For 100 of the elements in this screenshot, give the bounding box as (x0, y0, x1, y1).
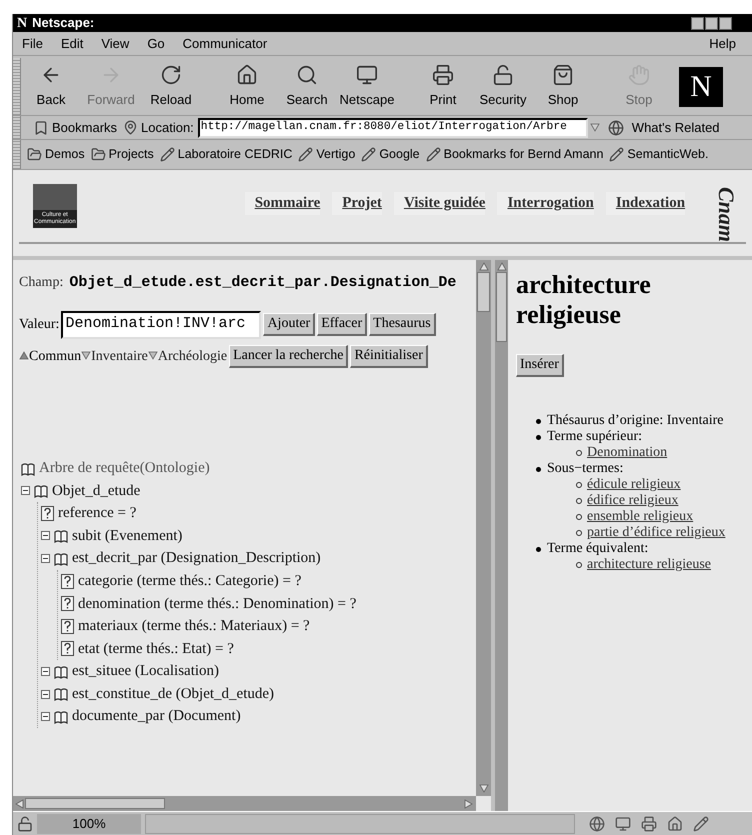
toolbar-grip[interactable] (13, 140, 21, 169)
toolbar-grip[interactable] (13, 116, 21, 139)
window-title: Netscape: (32, 14, 94, 32)
term-link[interactable]: édifice religieux (587, 493, 678, 509)
menu-item[interactable]: File (13, 34, 52, 54)
thesaurus-tab[interactable]: Commun (19, 346, 82, 366)
term-link[interactable]: architecture religieuse (587, 557, 711, 573)
personal-toolbar-item[interactable]: Projects (90, 145, 154, 164)
vertical-scrollbar[interactable] (476, 260, 491, 796)
term-heading: architecture religieuse (516, 270, 652, 330)
form-button[interactable]: Ajouter (263, 313, 316, 336)
book-icon (54, 664, 68, 679)
tree-node-label[interactable]: denomination (terme thés.: Denomination) = ? (78, 592, 356, 616)
tree-node-label[interactable]: subit (Evenement) (72, 524, 182, 548)
menu-item[interactable]: Communicator (174, 34, 276, 54)
close-button[interactable] (719, 16, 732, 30)
nav-link[interactable]: Visite guidée (394, 192, 486, 214)
form-button[interactable]: Réinitialiser (350, 344, 428, 368)
tree-node-label[interactable]: est_decrit_par (Designation_Description) (72, 547, 321, 570)
collapse-toggle[interactable] (41, 690, 50, 699)
tree-root-label: Arbre de requête(Ontologie) (39, 459, 210, 478)
whats-related-button[interactable]: What's Related (632, 118, 720, 138)
scroll-thumb[interactable] (477, 272, 490, 312)
personal-toolbar-item[interactable]: Google (361, 145, 420, 164)
circle-bullet-icon (576, 514, 582, 520)
bookmarks-button[interactable]: Bookmarks (52, 118, 118, 138)
form-button[interactable]: Lancer la recherche (229, 344, 348, 368)
collapse-toggle[interactable] (41, 667, 50, 676)
thesaurus-tab[interactable]: Archéologie (148, 346, 228, 366)
toolbar-button[interactable]: Shop (533, 64, 593, 110)
circle-bullet-icon (576, 498, 582, 504)
champ-label: Champ: (19, 274, 64, 292)
menu-item[interactable]: View (92, 34, 138, 54)
term-link[interactable]: partie d’édifice religieux (587, 525, 726, 541)
collapse-toggle[interactable] (41, 554, 50, 564)
circle-bullet-icon (576, 450, 582, 456)
bookmark-link-icon (298, 147, 314, 162)
menu-item[interactable]: Go (138, 34, 174, 54)
thesaurus-tab[interactable]: Inventaire (81, 346, 148, 366)
scroll-thumb[interactable] (496, 272, 507, 342)
security-lock-icon[interactable] (17, 816, 33, 832)
maximize-button[interactable] (705, 16, 718, 30)
insert-button[interactable]: Insérer (516, 354, 564, 377)
toolbar-button[interactable]: Security (473, 64, 533, 110)
horizontal-scrollbar[interactable] (13, 796, 476, 811)
tree-node-label[interactable]: etat (terme thés.: Etat) = ? (78, 638, 234, 660)
tree-node-label[interactable]: Objet_d_etude (52, 480, 140, 502)
tree-node-label[interactable]: categorie (terme thés.: Categorie) = ? (78, 570, 302, 592)
shopping-bag-icon (552, 64, 574, 86)
term-link[interactable]: édicule religieux (587, 477, 681, 493)
question-icon (61, 574, 74, 589)
personal-toolbar-item[interactable]: Demos (27, 145, 85, 164)
toolbar-button[interactable]: Back (21, 64, 81, 110)
personal-toolbar-item[interactable]: Vertigo (298, 145, 356, 164)
component-bar-icons[interactable] (589, 816, 709, 832)
nav-link[interactable]: Interrogation (497, 192, 594, 214)
toolbar-button[interactable]: Home (217, 64, 277, 110)
form-button[interactable]: Effacer (317, 313, 368, 336)
circle-bullet-icon (576, 562, 582, 568)
term-link[interactable]: Denomination (587, 445, 668, 461)
personal-toolbar-item[interactable]: Laboratoire CEDRIC (160, 145, 292, 164)
down-triangle-icon (148, 351, 158, 361)
toolbar-button[interactable]: Reload (141, 64, 201, 110)
tree-node-label[interactable]: documente_par (Document) (72, 705, 241, 728)
term-link[interactable]: ensemble religieux (587, 509, 694, 525)
tree-node-label[interactable]: reference = ? (58, 502, 136, 525)
collapse-toggle[interactable] (21, 486, 30, 496)
nav-link[interactable]: Indexation (606, 192, 686, 214)
valeur-label: Valeur: (19, 316, 60, 334)
cnam-logo: Cnam (713, 186, 740, 242)
personal-toolbar-item[interactable]: Bookmarks for Bernd Amann (426, 145, 604, 164)
tree-node-label[interactable]: materiaux (terme thés.: Materiaux) = ? (78, 615, 310, 638)
minimize-button[interactable] (691, 16, 704, 30)
book-icon (54, 528, 68, 543)
toolbar-button[interactable]: Search (277, 64, 337, 110)
toolbar-button[interactable]: Netscape (337, 64, 397, 110)
collapse-toggle[interactable] (41, 712, 50, 722)
valeur-field[interactable]: Denomination!INV!arc (61, 310, 262, 338)
location-label: Location: (141, 118, 194, 137)
toolbar-button[interactable]: Print (413, 64, 473, 110)
nav-link[interactable]: Projet (332, 192, 382, 214)
help-menu[interactable]: Help (709, 34, 736, 54)
globe-icon (608, 120, 624, 136)
lock-icon (492, 64, 514, 86)
collapse-toggle[interactable] (41, 531, 50, 540)
toolbar-grip[interactable] (13, 58, 21, 115)
menu-item[interactable]: Edit (52, 34, 92, 54)
vertical-scrollbar[interactable] (495, 260, 508, 811)
bookmark-link-icon (426, 147, 441, 162)
personal-toolbar-item[interactable]: SemanticWeb. (609, 145, 708, 164)
bullet-icon (536, 546, 541, 552)
nav-link[interactable]: Sommaire (244, 192, 320, 214)
tree-node-label[interactable]: est_situee (Localisation) (72, 660, 220, 683)
tree-node-label[interactable]: est_constitue_de (Objet_d_etude) (72, 682, 274, 706)
form-button[interactable]: Thesaurus (369, 313, 436, 336)
down-triangle-icon (81, 351, 92, 361)
up-triangle-icon (19, 351, 29, 361)
url-field[interactable]: http://magellan.cnam.fr:8080/eliot/Interrogation/Arbre (198, 118, 588, 138)
scroll-thumb[interactable] (25, 798, 165, 809)
circle-bullet-icon (576, 482, 582, 488)
